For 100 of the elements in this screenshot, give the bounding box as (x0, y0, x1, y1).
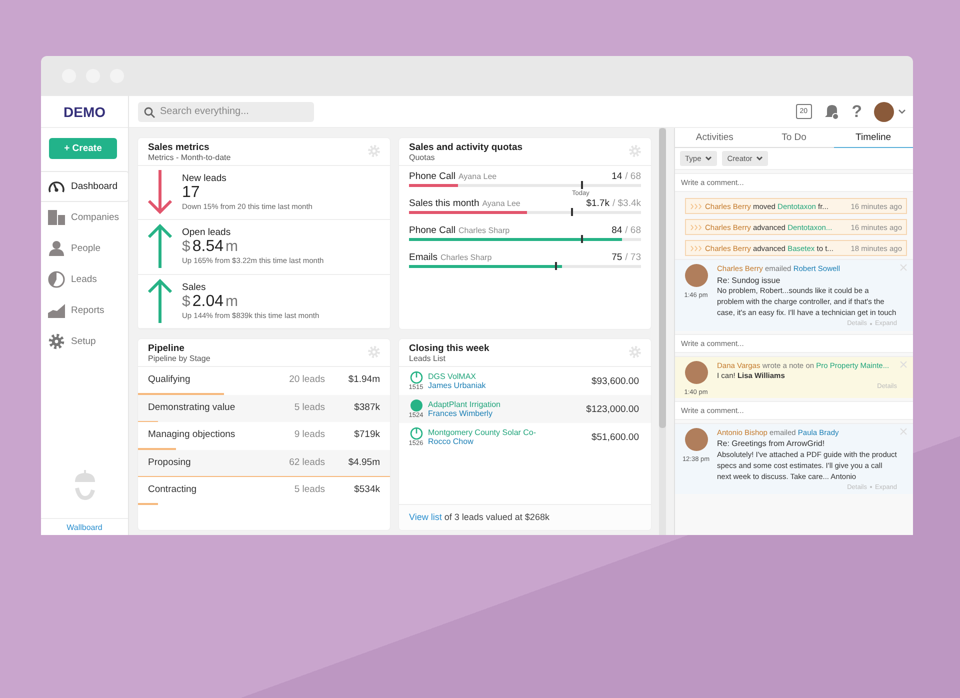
pipeline-row[interactable]: Contracting 5 leads $534k (138, 477, 390, 504)
metric-value: 2.04 (192, 292, 224, 311)
pipeline-row[interactable]: Managing objections 9 leads $719k (138, 422, 390, 450)
view-list-link[interactable]: View list (409, 512, 442, 522)
metric-label: Sales (182, 282, 207, 293)
quota-target: / 73 (625, 252, 641, 263)
pie-chart-icon (48, 271, 64, 288)
quota-value: 84 (612, 225, 622, 236)
nav-item[interactable]: Leads (41, 264, 128, 295)
avatar (684, 360, 708, 384)
gauge-icon (48, 179, 64, 194)
close-icon[interactable] (900, 360, 907, 368)
gear-icon (48, 333, 64, 350)
lead-count: 5 leads (293, 402, 325, 412)
quota-owner: Charles Sharp (458, 226, 510, 235)
pipeline-row[interactable]: Qualifying 20 leads $1.94m (138, 367, 390, 394)
quota-owner: Ayana Lee (458, 172, 497, 181)
settings-icon[interactable] (628, 345, 642, 359)
currency-symbol: $ (182, 238, 190, 256)
nav-item[interactable]: Reports (41, 295, 128, 326)
close-icon[interactable] (900, 264, 907, 271)
avatar (684, 264, 708, 287)
caret-icon[interactable] (898, 109, 906, 114)
up-arrow-icon (147, 278, 173, 324)
company-link[interactable]: AdaptPlant Irrigation (428, 400, 586, 409)
search-field[interactable]: Search everything... (138, 102, 314, 122)
close-icon[interactable] (900, 428, 907, 435)
lead-amount: $93,600.00 (591, 376, 639, 386)
card-title: Sales metrics (148, 142, 210, 153)
user-avatar[interactable] (874, 102, 894, 122)
card-subtitle: Quotas (409, 153, 436, 162)
stage-name: Managing objections (148, 429, 236, 440)
up-arrow-icon (147, 223, 173, 270)
card-title: Sales and activity quotas (409, 142, 523, 153)
card-subtitle: Metrics - Month-to-date (148, 153, 231, 162)
stage-name: Proposing (148, 456, 192, 468)
caret-icon (705, 156, 712, 161)
stage-value: $4.95m (347, 456, 380, 468)
lead-amount: $51,600.00 (591, 432, 639, 442)
quota-target: / 68 (625, 171, 641, 182)
quota-owner: Ayana Lee (482, 199, 520, 208)
quota-target: / 68 (625, 225, 641, 236)
stage-value: $719k (353, 429, 380, 440)
timer-icon (410, 427, 422, 440)
nav-item[interactable]: Setup (41, 326, 128, 357)
settings-icon[interactable] (367, 144, 381, 158)
contact-link[interactable]: James Urbaniak (428, 381, 592, 390)
person-icon (48, 241, 64, 256)
quota-value: 14 (612, 171, 622, 182)
nav-item[interactable]: Companies (41, 202, 128, 233)
wallboard-link[interactable]: Wallboard (41, 518, 128, 535)
contact-link[interactable]: Rocco Chow (428, 437, 592, 446)
pipeline-row[interactable]: Proposing 62 leads $4.95m (138, 450, 390, 477)
lead-count: 9 leads (293, 429, 325, 440)
notification-bell-icon[interactable] (824, 103, 840, 120)
metric-value: 17 (182, 184, 200, 202)
company-link[interactable]: DGS VolMAX (428, 372, 592, 381)
currency-symbol: $ (182, 292, 190, 310)
help-button[interactable]: ? (852, 102, 862, 122)
stage-name: Demonstrating value (148, 402, 236, 412)
lead-amount: $123,000.00 (586, 404, 639, 414)
quota-value: 75 (612, 252, 622, 263)
leads-summary: of 3 leads valued at $268k (444, 512, 550, 522)
metric-value: 8.54 (192, 238, 224, 256)
create-button[interactable]: + Create (49, 138, 117, 159)
metric-label: New leads (182, 173, 228, 184)
caret-icon (756, 156, 764, 161)
stage-value: $387k (353, 402, 380, 412)
metric-unit: m (225, 238, 238, 256)
quota-value: $1.7k (586, 198, 610, 209)
metric-label: Open leads (182, 227, 232, 238)
quota-activity: Emails (409, 252, 438, 263)
logo: DEMO (41, 96, 128, 128)
quota-activity: Phone Call (409, 225, 456, 236)
contact-link[interactable]: Frances Wimberly (428, 409, 586, 418)
chevrons-icon (690, 224, 702, 230)
email-subject: Re: Greetings from ArrowGrid! (717, 438, 826, 450)
area-chart-icon (48, 303, 64, 318)
nav-item[interactable]: People (41, 233, 128, 264)
card-subtitle: Pipeline by Stage (148, 354, 210, 363)
settings-icon[interactable] (628, 144, 642, 158)
metric-unit: m (225, 292, 238, 310)
chevrons-icon (690, 202, 702, 210)
scrollbar[interactable] (659, 128, 666, 535)
stage-name: Qualifying (148, 374, 192, 385)
separator-dot (870, 486, 872, 488)
nav-item[interactable]: Dashboard (41, 171, 129, 202)
down-arrow-icon (147, 169, 173, 216)
email-subject: Re: Sundog issue (717, 274, 782, 286)
lead-count: 5 leads (293, 484, 325, 495)
lead-count: 62 leads (288, 456, 325, 468)
pipeline-row[interactable]: Demonstrating value 5 leads $387k (138, 394, 390, 422)
settings-icon[interactable] (367, 345, 381, 359)
separator-dot (870, 322, 872, 325)
chevrons-icon (690, 244, 702, 252)
quota-target: / $3.4k (612, 198, 641, 209)
timer-icon (410, 371, 422, 384)
company-link[interactable]: Montgomery County Solar Co- (428, 428, 592, 437)
buildings-icon (48, 210, 64, 225)
card-title: Pipeline (148, 343, 186, 354)
